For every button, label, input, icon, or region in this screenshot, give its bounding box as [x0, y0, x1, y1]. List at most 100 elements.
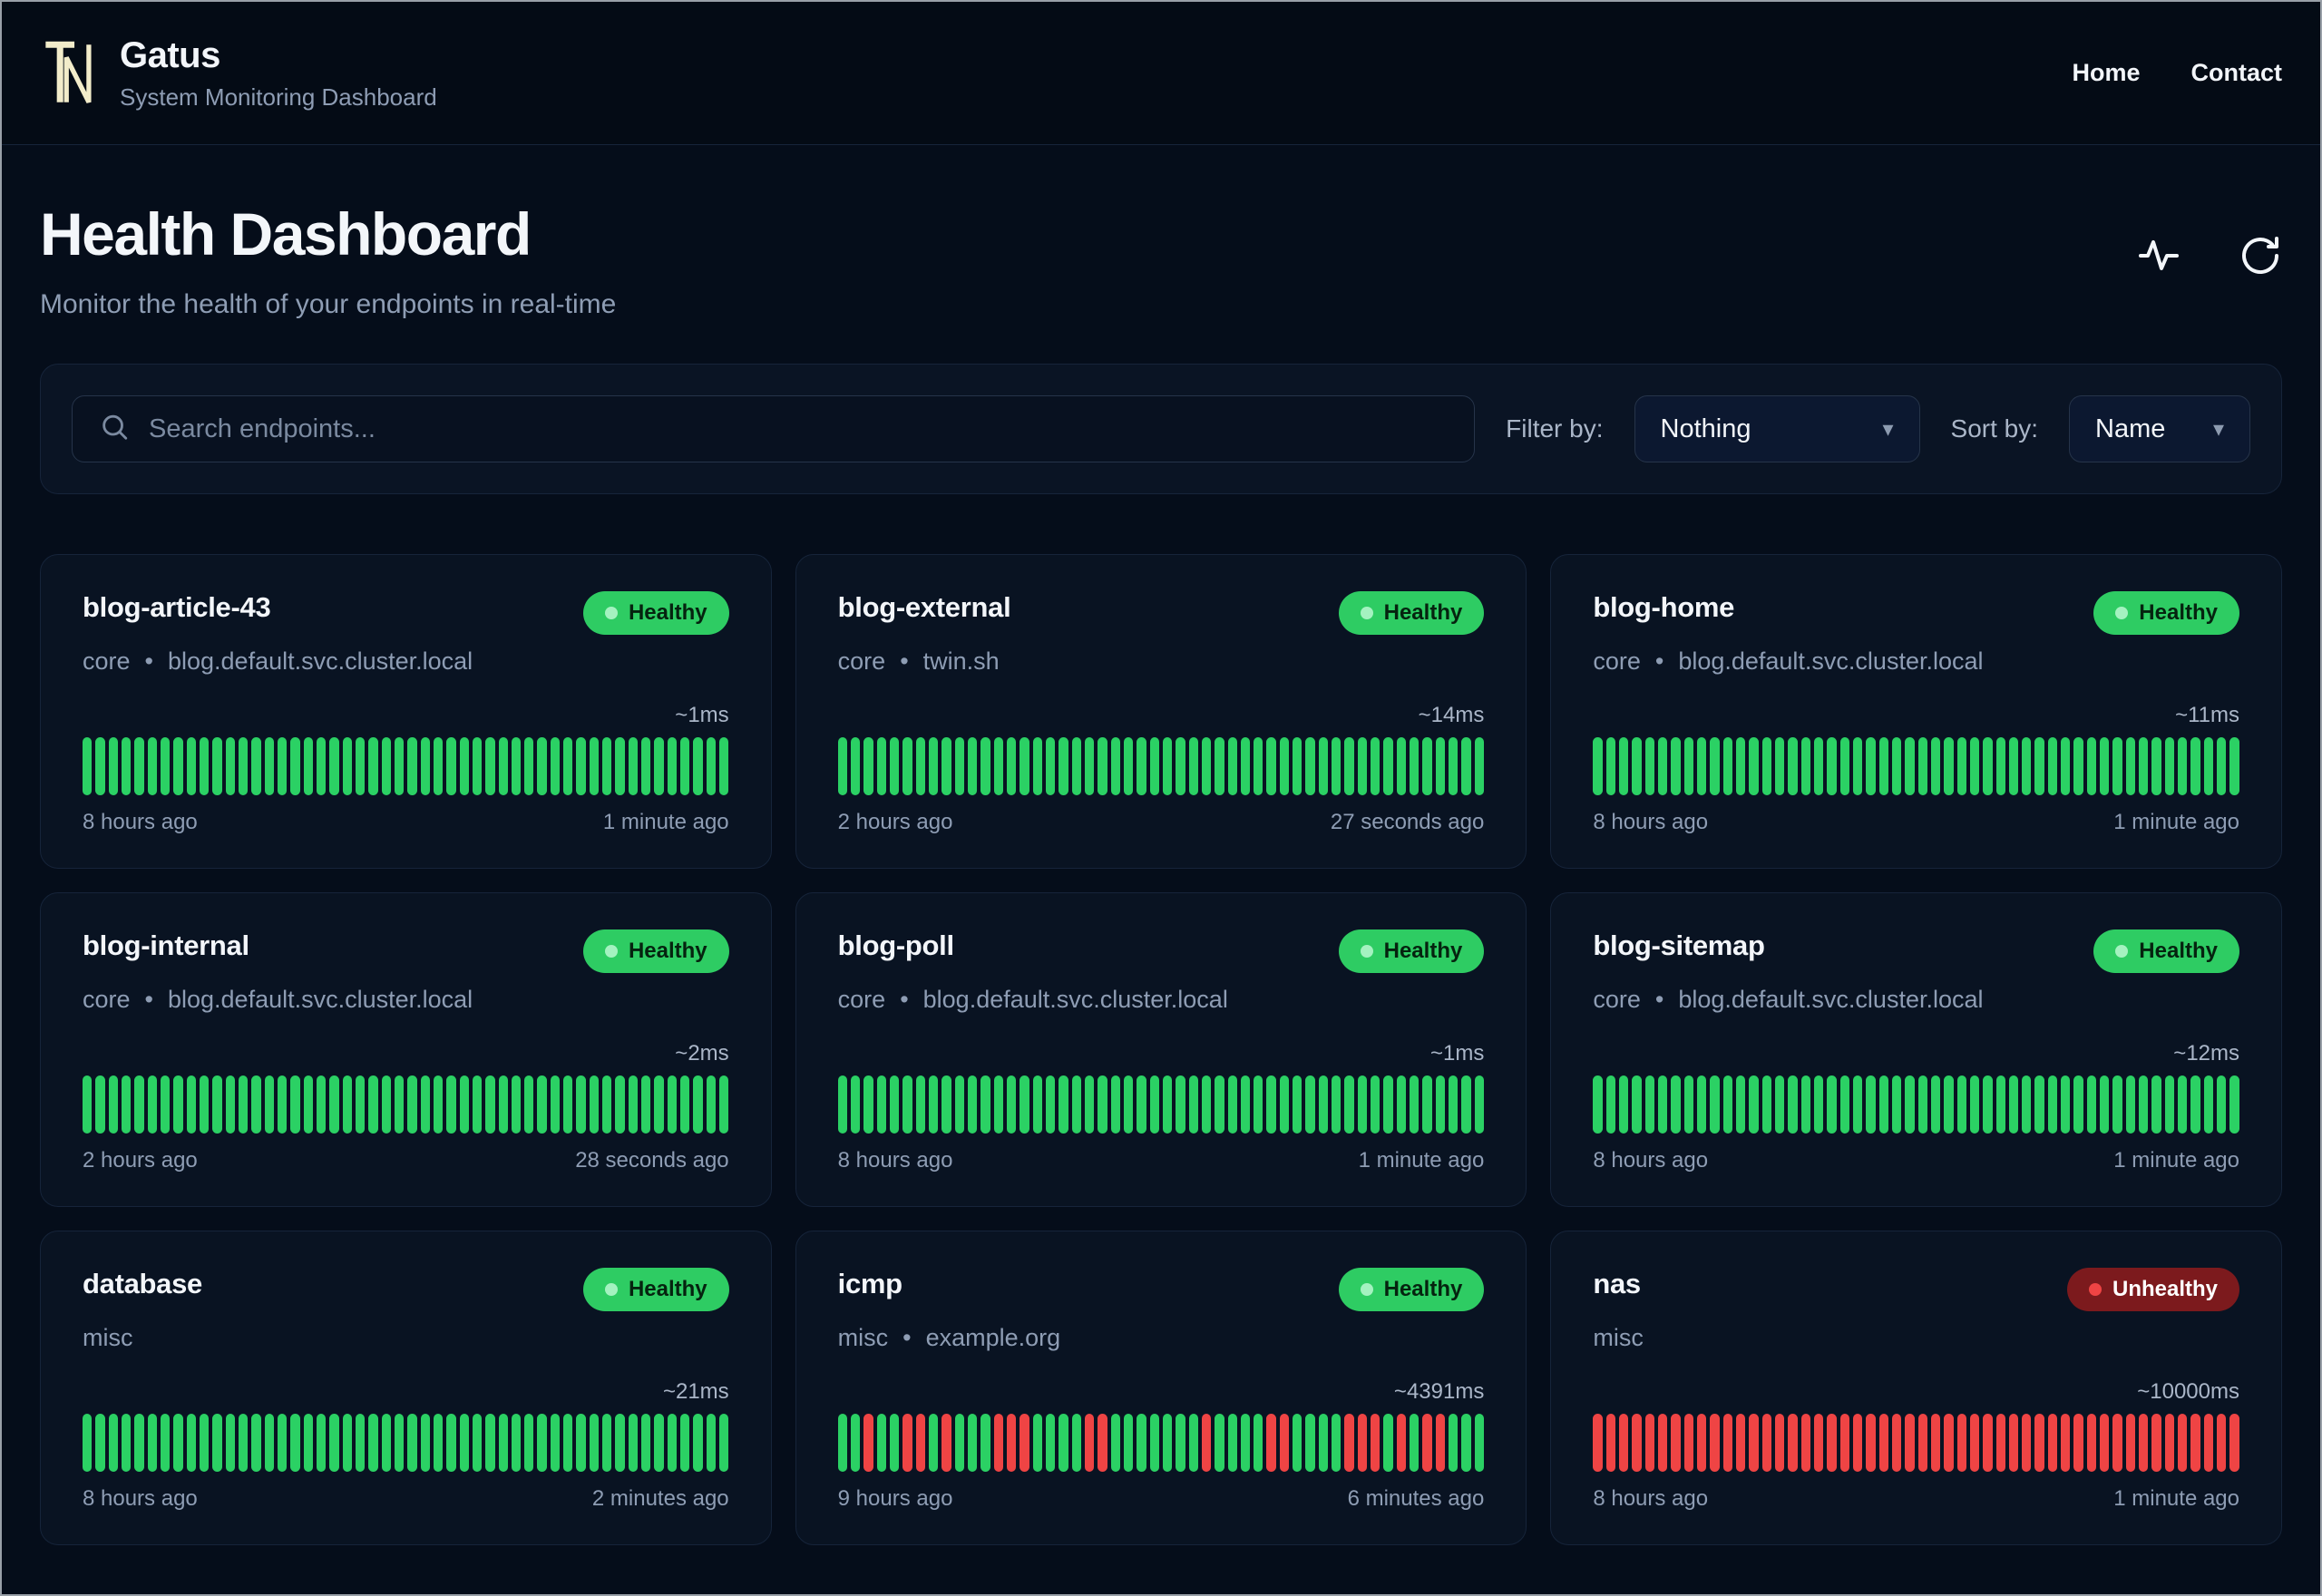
uptime-bar[interactable] — [641, 1075, 651, 1134]
uptime-bar[interactable] — [850, 1075, 861, 1134]
uptime-bar[interactable] — [2073, 1414, 2083, 1473]
uptime-bar[interactable] — [563, 1414, 573, 1473]
uptime-bar[interactable] — [329, 1414, 339, 1473]
uptime-bar[interactable] — [1084, 1414, 1095, 1473]
uptime-bar[interactable] — [2022, 1414, 2032, 1473]
uptime-bar[interactable] — [524, 1414, 534, 1473]
uptime-bar[interactable] — [863, 1075, 873, 1134]
uptime-bar[interactable] — [2139, 1075, 2149, 1134]
endpoint-card[interactable]: icmp Healthy misc • example.org ~4391ms … — [795, 1231, 1527, 1546]
uptime-bar[interactable] — [394, 1414, 405, 1473]
uptime-bar[interactable] — [2073, 1075, 2083, 1134]
uptime-bar[interactable] — [2151, 1075, 2161, 1134]
uptime-bar[interactable] — [1917, 1075, 1927, 1134]
uptime-bar[interactable] — [394, 737, 405, 796]
uptime-bar[interactable] — [993, 737, 1003, 796]
uptime-bar[interactable] — [225, 737, 235, 796]
uptime-bar[interactable] — [1137, 737, 1146, 796]
uptime-bar[interactable] — [524, 737, 534, 796]
uptime-bar[interactable] — [1137, 1414, 1146, 1473]
uptime-bar[interactable] — [576, 1414, 586, 1473]
uptime-bar[interactable] — [2178, 737, 2188, 796]
uptime-bar[interactable] — [251, 1414, 261, 1473]
uptime-bar[interactable] — [1749, 737, 1759, 796]
uptime-bar[interactable] — [134, 1414, 144, 1473]
uptime-bar[interactable] — [915, 1075, 925, 1134]
uptime-bar[interactable] — [1671, 737, 1681, 796]
uptime-bar[interactable] — [511, 737, 522, 796]
uptime-bar[interactable] — [1722, 1414, 1732, 1473]
uptime-bar[interactable] — [1449, 1414, 1459, 1473]
uptime-bar[interactable] — [1201, 1414, 1212, 1473]
uptime-bar[interactable] — [915, 737, 925, 796]
endpoint-card[interactable]: blog-external Healthy core • twin.sh ~14… — [795, 554, 1527, 870]
uptime-bar[interactable] — [589, 737, 600, 796]
uptime-bar[interactable] — [472, 737, 483, 796]
uptime-bar[interactable] — [1827, 1075, 1837, 1134]
uptime-bar[interactable] — [2008, 737, 2019, 796]
uptime-bar[interactable] — [1878, 1414, 1888, 1473]
uptime-bar[interactable] — [1774, 1075, 1785, 1134]
uptime-bar[interactable] — [1618, 737, 1629, 796]
uptime-bar[interactable] — [719, 1075, 729, 1134]
uptime-bar[interactable] — [719, 1414, 729, 1473]
uptime-bar[interactable] — [95, 1075, 105, 1134]
uptime-bar[interactable] — [902, 737, 912, 796]
uptime-bar[interactable] — [1696, 1075, 1707, 1134]
uptime-bar[interactable] — [550, 1075, 561, 1134]
uptime-bar[interactable] — [1318, 1414, 1329, 1473]
uptime-bar[interactable] — [1891, 737, 1902, 796]
uptime-bar[interactable] — [1774, 737, 1785, 796]
uptime-bar[interactable] — [498, 737, 508, 796]
uptime-bar[interactable] — [850, 1414, 861, 1473]
uptime-bar[interactable] — [251, 1075, 261, 1134]
uptime-bar[interactable] — [993, 1414, 1003, 1473]
uptime-bar[interactable] — [2100, 1075, 2110, 1134]
uptime-bar[interactable] — [1839, 737, 1849, 796]
uptime-bars[interactable] — [83, 737, 729, 796]
uptime-bar[interactable] — [1254, 737, 1263, 796]
uptime-bar[interactable] — [1735, 1075, 1746, 1134]
uptime-bar[interactable] — [173, 1414, 183, 1473]
uptime-bar[interactable] — [1866, 737, 1876, 796]
uptime-bar[interactable] — [1254, 1414, 1263, 1473]
uptime-bar[interactable] — [134, 737, 144, 796]
uptime-bar[interactable] — [993, 1075, 1003, 1134]
uptime-bar[interactable] — [2047, 1075, 2058, 1134]
uptime-bar[interactable] — [1110, 737, 1120, 796]
uptime-bar[interactable] — [1827, 1414, 1837, 1473]
uptime-bar[interactable] — [2125, 1414, 2136, 1473]
uptime-bar[interactable] — [1435, 737, 1446, 796]
uptime-bar[interactable] — [186, 1414, 196, 1473]
uptime-bar[interactable] — [1240, 737, 1251, 796]
uptime-bar[interactable] — [1983, 1414, 1993, 1473]
uptime-bars[interactable] — [83, 1414, 729, 1473]
uptime-bar[interactable] — [1813, 1075, 1824, 1134]
uptime-bar[interactable] — [863, 1414, 873, 1473]
uptime-bar[interactable] — [1969, 1075, 1980, 1134]
uptime-bar[interactable] — [2229, 737, 2239, 796]
uptime-bar[interactable] — [915, 1414, 925, 1473]
uptime-bar[interactable] — [837, 737, 847, 796]
uptime-bar[interactable] — [1227, 1414, 1237, 1473]
uptime-bar[interactable] — [1357, 1414, 1368, 1473]
uptime-bar[interactable] — [368, 737, 378, 796]
uptime-bar[interactable] — [277, 1075, 288, 1134]
uptime-bar[interactable] — [1449, 737, 1459, 796]
uptime-bars[interactable] — [837, 1075, 1485, 1134]
uptime-bar[interactable] — [1396, 1414, 1407, 1473]
uptime-bar[interactable] — [576, 1075, 586, 1134]
uptime-bar[interactable] — [615, 1414, 625, 1473]
uptime-bar[interactable] — [1866, 1414, 1876, 1473]
uptime-bar[interactable] — [1396, 1075, 1407, 1134]
uptime-bar[interactable] — [1683, 1075, 1693, 1134]
uptime-bar[interactable] — [1371, 1414, 1381, 1473]
uptime-bar[interactable] — [954, 1075, 964, 1134]
uptime-bar[interactable] — [902, 1075, 912, 1134]
uptime-bar[interactable] — [1188, 1414, 1198, 1473]
uptime-bar[interactable] — [537, 1075, 547, 1134]
uptime-bar[interactable] — [199, 1414, 210, 1473]
uptime-bar[interactable] — [1006, 1414, 1017, 1473]
uptime-bar[interactable] — [1930, 737, 1941, 796]
uptime-bar[interactable] — [420, 737, 430, 796]
